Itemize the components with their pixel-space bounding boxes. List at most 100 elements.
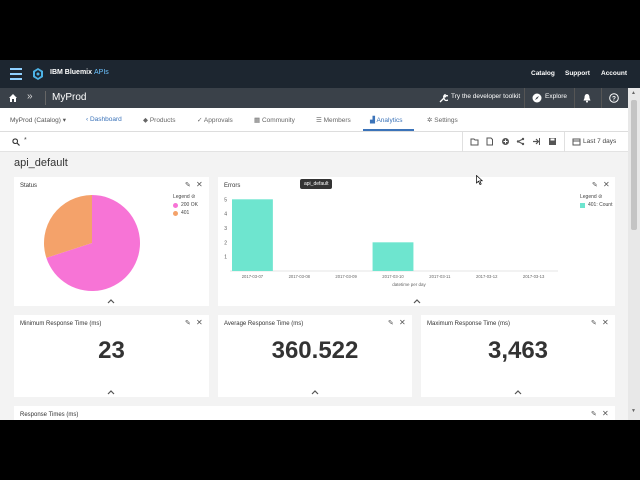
tab-analytics[interactable]: ▟ Analytics	[370, 116, 402, 124]
y-tick-label: 5	[224, 197, 227, 203]
errors-legend: Legend ⊘ 401: Count	[580, 193, 612, 209]
card-title: Response Times (ms)	[20, 412, 79, 418]
close-icon[interactable]: ✕	[602, 409, 609, 418]
tab-bar: MyProd (Catalog) ▾ ‹ Dashboard ◆ Product…	[0, 108, 628, 132]
errors-card: Errors ✎ ✕ 1 2 3 4 5 2017-03-07 2017-03-08 2017…	[218, 177, 615, 306]
legend-toggle-icon[interactable]: ⊘	[598, 194, 602, 200]
x-tick-label: 2017-03-13	[523, 274, 545, 279]
collapse-caret-icon[interactable]	[106, 389, 116, 395]
x-tick-label: 2017-03-09	[335, 274, 357, 279]
developer-toolkit-link[interactable]: Try the developer toolkit	[451, 93, 520, 100]
legend-label: 401	[181, 210, 190, 216]
collapse-caret-icon[interactable]	[106, 298, 116, 304]
error-bar[interactable]	[232, 199, 273, 271]
y-tick-label: 1	[224, 255, 227, 261]
legend-label: 401: Count	[588, 202, 613, 208]
legend-swatch	[580, 202, 585, 208]
hamburger-menu-icon[interactable]	[10, 68, 22, 80]
x-tick-label: 2017-03-07	[242, 274, 264, 279]
tab-settings[interactable]: ✲ Settings	[427, 116, 458, 124]
card-title: Errors	[224, 183, 241, 189]
check-icon: ✓	[197, 117, 203, 124]
edit-icon[interactable]: ✎	[592, 181, 598, 189]
time-range-picker[interactable]: Last 7 days	[583, 138, 616, 145]
edit-icon[interactable]: ✎	[185, 319, 191, 327]
close-icon[interactable]: ✕	[196, 318, 203, 327]
legend-swatch	[173, 202, 178, 208]
new-file-icon[interactable]	[485, 137, 494, 146]
close-icon[interactable]: ✕	[603, 180, 610, 189]
calendar-icon	[572, 138, 581, 146]
home-icon[interactable]	[8, 93, 18, 103]
tab-community[interactable]: ▦ Community	[254, 116, 295, 124]
nav-catalog[interactable]: Catalog	[531, 70, 555, 77]
legend-swatch	[173, 210, 178, 216]
close-icon[interactable]: ✕	[196, 180, 203, 189]
add-circle-icon[interactable]	[501, 137, 510, 146]
org-bar: » MyProd Try the developer toolkit Explo…	[0, 88, 628, 108]
svg-text:?: ?	[612, 95, 616, 102]
brand-title[interactable]: IBM Bluemix APIs	[50, 69, 109, 76]
divider	[462, 132, 463, 152]
card-title: Average Response Time (ms)	[224, 321, 304, 327]
divider	[601, 88, 602, 108]
scroll-down-icon[interactable]: ▼	[631, 408, 636, 414]
card-title: Minimum Response Time (ms)	[20, 321, 102, 327]
save-icon[interactable]	[548, 137, 557, 146]
page-scrollbar[interactable]: ▲ ▼	[628, 88, 640, 420]
org-title[interactable]: MyProd	[52, 92, 86, 103]
edit-icon[interactable]: ✎	[388, 319, 394, 327]
tab-label: Members	[323, 117, 351, 124]
collapse-caret-icon[interactable]	[513, 389, 523, 395]
close-icon[interactable]: ✕	[602, 318, 609, 327]
edit-icon[interactable]: ✎	[591, 410, 597, 418]
bell-icon[interactable]	[582, 93, 592, 103]
collapse-caret-icon[interactable]	[412, 298, 422, 304]
nav-support[interactable]: Support	[565, 70, 590, 77]
close-icon[interactable]: ✕	[399, 318, 406, 327]
errors-bar-chart: 1 2 3 4 5 2017-03-07 2017-03-08 2017-03-09 2017-…	[224, 197, 558, 287]
share-icon[interactable]	[516, 137, 525, 146]
metric-value: 360.522	[271, 337, 359, 364]
scroll-up-icon[interactable]: ▲	[631, 90, 636, 96]
help-icon[interactable]: ?	[609, 93, 619, 103]
api-title: api_default	[14, 157, 68, 169]
members-icon: ☰	[316, 117, 322, 124]
y-tick-label: 2	[224, 240, 227, 246]
nav-account[interactable]: Account	[601, 70, 627, 77]
search-toolbar: * Last 7 days	[0, 132, 628, 152]
tab-label: Settings	[434, 117, 458, 124]
status-card: Status ✎ ✕ Legend ⊘ 200 OK 401	[14, 177, 209, 306]
folder-icon[interactable]	[470, 137, 479, 146]
x-tick-label: 2017-03-10	[382, 274, 404, 279]
max-response-card: Maximum Response Time (ms) ✎ ✕ 3,463	[421, 315, 615, 397]
response-times-card: Response Times (ms) ✎ ✕	[14, 406, 615, 420]
tooltip: api_default	[300, 179, 333, 189]
tab-members[interactable]: ☰ Members	[316, 116, 351, 124]
catalog-dropdown[interactable]: MyProd (Catalog) ▾	[10, 116, 66, 124]
metric-value: 3,463	[487, 337, 549, 364]
error-bar[interactable]	[372, 242, 414, 271]
card-title: Maximum Response Time (ms)	[427, 321, 511, 327]
tab-products[interactable]: ◆ Products	[143, 116, 175, 124]
edit-icon[interactable]: ✎	[591, 319, 597, 327]
card-title: Status	[20, 183, 38, 189]
divider	[45, 91, 46, 105]
tab-approvals[interactable]: ✓ Approvals	[197, 116, 233, 124]
scrollbar-thumb[interactable]	[631, 100, 637, 230]
export-icon[interactable]	[532, 137, 541, 146]
collapse-caret-icon[interactable]	[310, 389, 320, 395]
search-input[interactable]: *	[24, 137, 27, 144]
explore-button[interactable]: Explore	[545, 93, 567, 100]
x-tick-label: 2017-03-12	[476, 274, 498, 279]
metric-value: 23	[98, 337, 125, 364]
divider	[524, 88, 525, 108]
double-chevron-icon[interactable]: »	[27, 91, 33, 102]
y-tick-label: 4	[224, 212, 227, 218]
status-pie-chart	[43, 195, 140, 291]
legend-toggle-icon[interactable]: ⊘	[191, 194, 195, 200]
edit-icon[interactable]: ✎	[185, 181, 191, 189]
arrow-left-icon: ‹	[86, 116, 89, 123]
tab-dashboard[interactable]: ‹ Dashboard	[86, 116, 122, 123]
search-icon	[12, 138, 20, 146]
